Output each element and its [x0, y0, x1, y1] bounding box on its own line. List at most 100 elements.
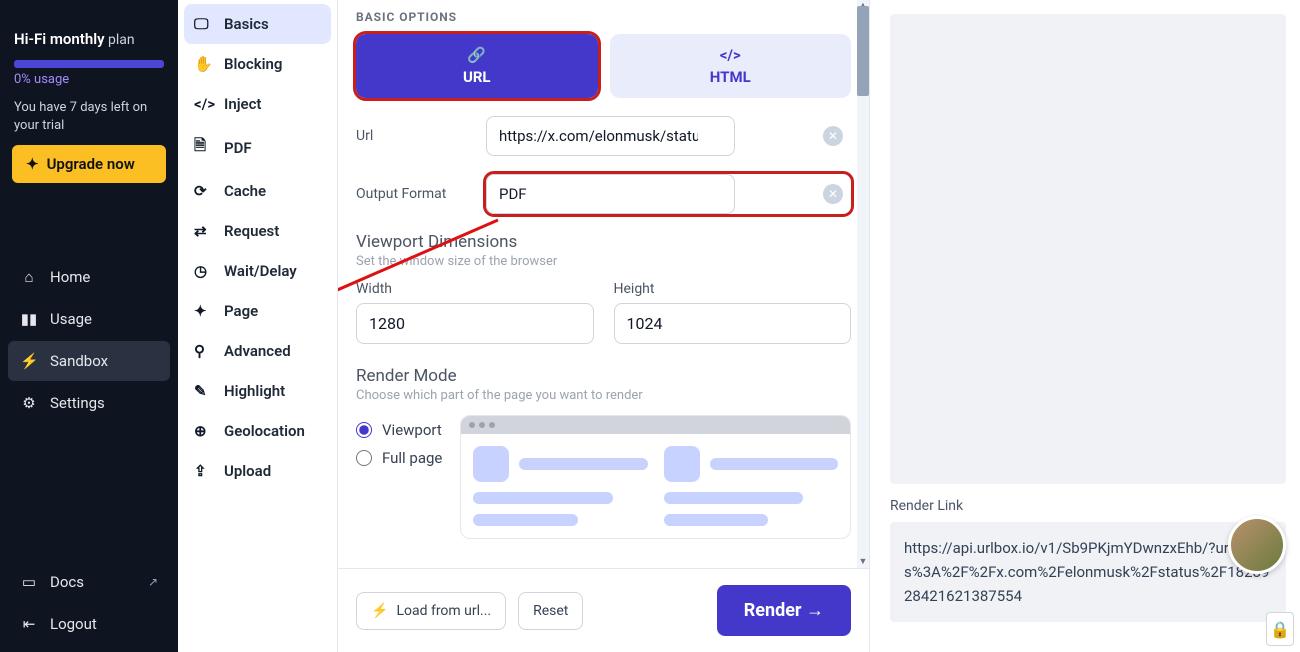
primary-nav: ⌂ Home ▮▮ Usage ⚡ Sandbox ⚙ Settings — [8, 257, 170, 423]
output-format-input[interactable] — [486, 174, 735, 214]
sliders-icon: ⚲ — [194, 342, 212, 360]
url-input[interactable] — [486, 116, 735, 156]
width-label: Width — [356, 281, 594, 297]
document-icon: 🗎 — [194, 135, 212, 160]
render-mode-title: Render Mode — [356, 366, 851, 386]
config-label: Request — [224, 222, 279, 240]
options-footer: ⚡ Load from url... Reset Render → — [338, 568, 869, 652]
render-mode-subtitle: Choose which part of the page you want t… — [356, 388, 851, 403]
render-mode-preview — [460, 415, 851, 539]
nav-label: Settings — [50, 394, 105, 412]
height-input[interactable] — [614, 303, 852, 344]
config-label: Inject — [224, 95, 261, 113]
config-menu: 🖵Basics ✋Blocking </>Inject 🗎PDF ⟳Cache … — [178, 0, 338, 652]
output-format-row: Output Format ✕ — [356, 174, 851, 214]
highlight-icon: ✎ — [194, 382, 212, 400]
plan-info: Hi-Fi monthly plan — [8, 26, 170, 52]
clock-icon: ◷ — [194, 262, 212, 280]
config-blocking[interactable]: ✋ Blocking — [184, 44, 331, 84]
book-icon: ▭ — [20, 573, 38, 591]
config-label: Blocking — [224, 55, 282, 73]
width-input[interactable] — [356, 303, 594, 344]
render-button[interactable]: Render → — [717, 585, 851, 636]
hand-icon: ✋ — [194, 55, 212, 73]
viewport-subtitle: Set the window size of the browser — [356, 254, 851, 269]
input-type-tabs: 🔗 URL </> HTML — [356, 34, 851, 98]
nav-home[interactable]: ⌂ Home — [8, 257, 170, 297]
nav-label: Sandbox — [50, 352, 108, 370]
radio-fullpage[interactable]: Full page — [356, 449, 442, 467]
viewport-dimensions: Width Height — [356, 281, 851, 344]
nav-sandbox[interactable]: ⚡ Sandbox — [8, 341, 170, 381]
config-wait[interactable]: ◷ Wait/Delay — [184, 251, 331, 291]
nav-logout[interactable]: ⇤ Logout — [8, 604, 170, 644]
vertical-scrollbar[interactable]: ▲ ▼ — [857, 0, 869, 568]
reset-button[interactable]: Reset — [518, 592, 583, 630]
globe-icon: ⊕ — [194, 422, 212, 440]
swap-icon: ⇄ — [194, 222, 212, 240]
upload-icon: ⇪ — [194, 462, 212, 480]
viewport-title: Viewport Dimensions — [356, 232, 851, 252]
bolt-icon: ⚡ — [371, 603, 388, 619]
render-mode-options: Viewport Full page — [356, 415, 442, 467]
options-scroll[interactable]: ▲ ▼ BASIC OPTIONS 🔗 URL </> HTML Url ✕ O… — [338, 0, 869, 568]
preview-skeleton — [461, 434, 850, 538]
load-from-url-button[interactable]: ⚡ Load from url... — [356, 592, 506, 630]
config-basics[interactable]: 🖵 Basics — [184, 4, 331, 44]
radio-fullpage-input[interactable] — [356, 450, 372, 466]
button-label: Render → — [744, 600, 824, 621]
radio-label: Full page — [382, 449, 442, 467]
config-request[interactable]: ⇄ Request — [184, 211, 331, 251]
usage-percent: 0% usage — [8, 70, 170, 89]
gear-icon: ⚙ — [20, 394, 38, 412]
config-highlight[interactable]: ✎ Highlight — [184, 371, 331, 411]
radio-viewport-input[interactable] — [356, 422, 372, 438]
plan-name: Hi-Fi monthly — [14, 30, 105, 48]
render-mode-section: Render Mode Choose which part of the pag… — [356, 366, 851, 539]
url-row: Url ✕ — [356, 116, 851, 156]
height-label: Height — [614, 281, 852, 297]
tab-url[interactable]: 🔗 URL — [356, 34, 598, 98]
config-label: Highlight — [224, 382, 285, 400]
secondary-nav: ▭ Docs ↗ ⇤ Logout — [8, 562, 170, 644]
config-label: Geolocation — [224, 422, 305, 440]
scrollbar-thumb[interactable] — [857, 6, 869, 96]
config-label: Upload — [224, 462, 271, 480]
config-label: Wait/Delay — [224, 262, 297, 280]
support-avatar[interactable] — [1228, 516, 1286, 574]
config-cache[interactable]: ⟳Cache — [184, 171, 331, 211]
config-geolocation[interactable]: ⊕ Geolocation — [184, 411, 331, 451]
config-upload[interactable]: ⇪ Upload — [184, 451, 331, 491]
config-label: Basics — [224, 15, 269, 33]
home-icon: ⌂ — [20, 268, 38, 286]
bolt-icon: ⚡ — [20, 352, 38, 370]
monitor-icon: 🖵 — [194, 15, 212, 33]
render-link-label: Render Link — [890, 498, 1286, 514]
app-sidebar: Hi-Fi monthly plan 0% usage You have 7 d… — [0, 0, 178, 652]
render-preview-box — [890, 14, 1286, 484]
radio-label: Viewport — [382, 421, 442, 439]
nav-settings[interactable]: ⚙ Settings — [8, 383, 170, 423]
config-label: Advanced — [224, 342, 291, 360]
options-panel: ▲ ▼ BASIC OPTIONS 🔗 URL </> HTML Url ✕ O… — [338, 0, 870, 652]
button-label: Load from url... — [396, 603, 491, 619]
tab-html[interactable]: </> HTML — [610, 34, 852, 98]
nav-usage[interactable]: ▮▮ Usage — [8, 299, 170, 339]
scroll-down-arrow[interactable]: ▼ — [857, 556, 869, 568]
refresh-icon: ⟳ — [194, 182, 212, 200]
nav-docs[interactable]: ▭ Docs ↗ — [8, 562, 170, 602]
config-pdf[interactable]: 🗎 PDF — [184, 124, 331, 171]
clear-output-icon[interactable]: ✕ — [823, 184, 843, 204]
config-inject[interactable]: </>Inject — [184, 84, 331, 124]
nav-label: Logout — [50, 615, 97, 633]
render-link-value[interactable]: https://api.urlbox.io/v1/Sb9PKjmYDwnzxEh… — [890, 522, 1286, 622]
upgrade-button[interactable]: ✦ Upgrade now — [12, 145, 166, 183]
config-page[interactable]: ✦Page — [184, 291, 331, 331]
lock-icon: 🔒 — [1266, 612, 1294, 646]
button-label: Reset — [533, 603, 568, 619]
clear-url-icon[interactable]: ✕ — [823, 126, 843, 146]
config-label: PDF — [224, 139, 252, 157]
config-advanced[interactable]: ⚲ Advanced — [184, 331, 331, 371]
radio-viewport[interactable]: Viewport — [356, 421, 442, 439]
upgrade-label: Upgrade now — [47, 155, 135, 173]
